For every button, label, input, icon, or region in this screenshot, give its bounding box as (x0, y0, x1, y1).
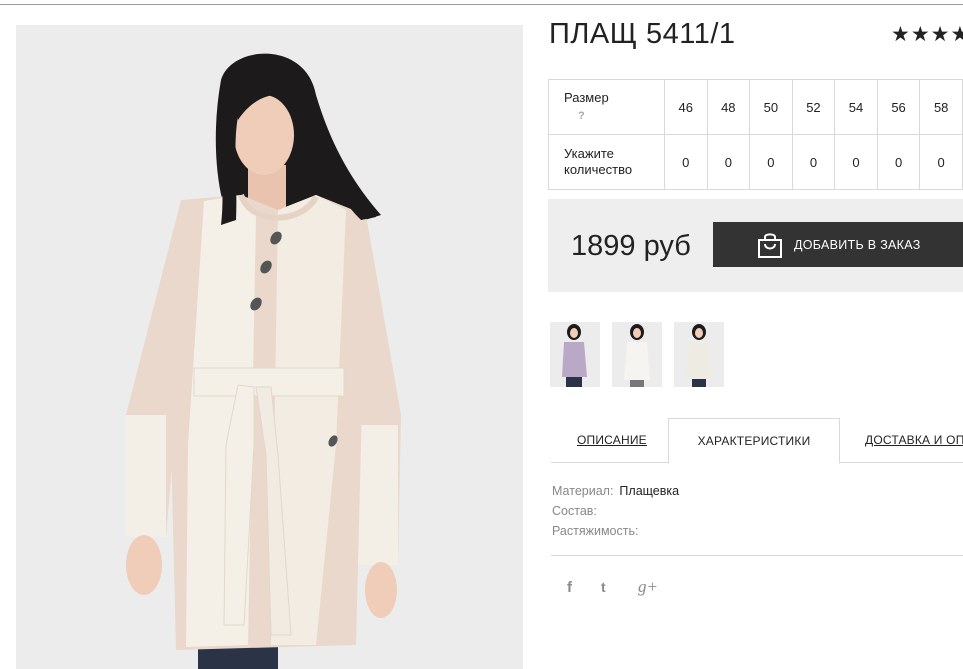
content-divider (551, 555, 963, 556)
quantity-input[interactable]: 0 (834, 134, 878, 190)
facebook-icon[interactable]: f (567, 579, 572, 596)
spec-stretch: Растяжимость: (552, 521, 679, 541)
thumbnail-cream-coat-image (674, 322, 724, 387)
spec-material: Материал: Плащевка (552, 481, 679, 501)
size-help-icon[interactable]: ? (578, 108, 664, 124)
tab-characteristics[interactable]: ХАРАКТЕРИСТИКИ (668, 418, 840, 464)
size-label: Размер (564, 90, 609, 105)
quantity-input[interactable]: 0 (749, 134, 793, 190)
spec-stretch-label: Растяжимость: (552, 524, 639, 538)
google-plus-icon[interactable]: g+ (638, 577, 658, 597)
thumbnail-1[interactable] (550, 322, 600, 387)
quantity-input[interactable]: 0 (876, 134, 921, 190)
model-in-coat-illustration (16, 25, 523, 669)
thumbnail-white-coat-image (612, 322, 662, 387)
quantity-input[interactable]: 0 (791, 134, 836, 190)
price-box: 1899 руб ДОБАВИТЬ В ЗАКАЗ (548, 199, 963, 292)
size-cell: 58 (919, 79, 963, 135)
tab-delivery[interactable]: ДОСТАВКА И ОПЛАТА (865, 418, 963, 463)
thumbnail-lilac-coat-image (550, 322, 600, 387)
spec-material-label: Материал: (552, 484, 614, 498)
thumbnail-3[interactable] (674, 322, 724, 387)
rating-stars[interactable]: ★★★★ (891, 22, 963, 47)
characteristics-list: Материал: Плащевка Состав: Растяжимость: (552, 481, 679, 541)
spec-composition-label: Состав: (552, 504, 597, 518)
spec-material-value: Плащевка (619, 484, 680, 498)
size-cell: 54 (834, 79, 878, 135)
size-row: Размер ? 46 48 50 52 54 56 58 (548, 79, 963, 135)
tab-description[interactable]: ОПИСАНИЕ (577, 418, 647, 463)
quantity-label-line1: Укажите (564, 146, 614, 161)
add-to-order-button[interactable]: ДОБАВИТЬ В ЗАКАЗ (713, 222, 963, 267)
top-divider (0, 4, 963, 5)
quantity-input[interactable]: 0 (706, 134, 751, 190)
twitter-icon[interactable]: t (601, 579, 606, 595)
size-cell: 56 (876, 79, 921, 135)
size-cell: 48 (706, 79, 751, 135)
size-cell: 46 (663, 79, 708, 135)
size-header-cell: Размер ? (548, 79, 665, 135)
product-title: ПЛАЩ 5411/1 (549, 18, 736, 50)
quantity-row: Укажите количество 0 0 0 0 0 0 0 (548, 134, 963, 190)
quantity-header-cell: Укажите количество (548, 134, 665, 190)
quantity-label-line2: количество (564, 162, 633, 177)
quantity-input[interactable]: 0 (663, 134, 708, 190)
product-main-image[interactable] (16, 25, 523, 669)
product-tabs: ОПИСАНИЕ ХАРАКТЕРИСТИКИ ДОСТАВКА И ОПЛАТ… (551, 418, 963, 464)
shopping-bag-icon (758, 232, 782, 258)
size-quantity-table: Размер ? 46 48 50 52 54 56 58 Укажите ко… (548, 79, 963, 190)
size-cell: 52 (791, 79, 836, 135)
product-price: 1899 руб (571, 230, 691, 262)
thumbnail-2[interactable] (612, 322, 662, 387)
spec-composition: Состав: (552, 501, 679, 521)
size-cell: 50 (749, 79, 793, 135)
add-to-order-label: ДОБАВИТЬ В ЗАКАЗ (794, 237, 921, 252)
quantity-input[interactable]: 0 (919, 134, 963, 190)
